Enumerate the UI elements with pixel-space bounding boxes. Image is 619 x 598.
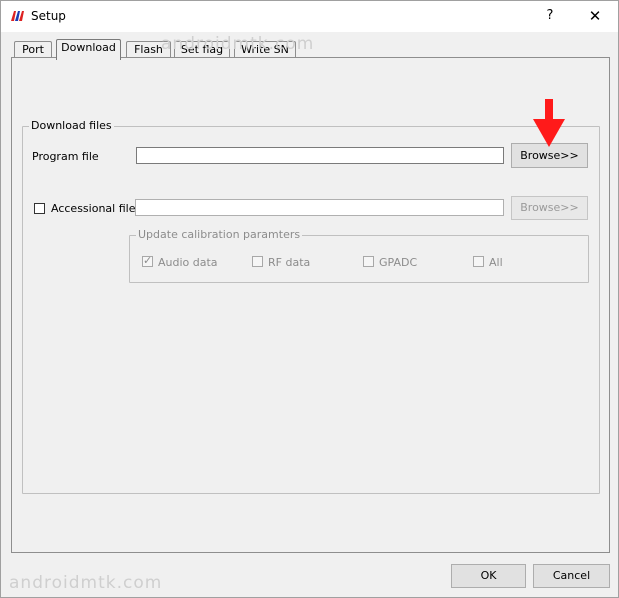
download-tab-panel: Download files Program file Browse>> Acc…: [11, 57, 610, 553]
watermark-bottom: androidmtk.com: [9, 573, 163, 593]
help-button[interactable]: ?: [535, 5, 565, 27]
program-file-input[interactable]: [136, 147, 504, 164]
check-mark-icon: ✓: [143, 254, 153, 267]
ok-button[interactable]: OK: [451, 564, 526, 588]
active-tab-join: [57, 57, 120, 59]
download-files-group-title: Download files: [29, 119, 114, 132]
title-bar: Setup ? ✕: [1, 1, 618, 32]
accessional-file-input[interactable]: [135, 199, 504, 216]
cancel-button[interactable]: Cancel: [533, 564, 610, 588]
window-title: Setup: [31, 9, 66, 23]
all-checkbox[interactable]: [473, 256, 484, 267]
calibration-group-title: Update calibration paramters: [136, 228, 303, 241]
gpadc-checkbox[interactable]: [363, 256, 374, 267]
rf-data-checkbox[interactable]: [252, 256, 263, 267]
program-file-label: Program file: [32, 150, 99, 163]
watermark-top: androidmtk.com: [161, 34, 315, 54]
accessional-file-browse-button[interactable]: Browse>>: [511, 196, 588, 220]
download-files-group: [22, 126, 600, 494]
down-arrow-icon: [533, 99, 565, 147]
accessional-file-checkbox[interactable]: [34, 203, 45, 214]
close-button[interactable]: ✕: [580, 5, 610, 27]
app-logo-icon: [10, 11, 24, 21]
rf-data-label: RF data: [268, 256, 311, 269]
setup-dialog: Setup ? ✕ Port Download Flash Set flag W…: [0, 0, 619, 598]
gpadc-label: GPADC: [379, 256, 418, 269]
accessional-file-label: Accessional file: [51, 202, 136, 215]
all-label: All: [489, 256, 503, 269]
audio-data-label: Audio data: [158, 256, 218, 269]
audio-data-checkbox[interactable]: ✓: [142, 254, 153, 267]
